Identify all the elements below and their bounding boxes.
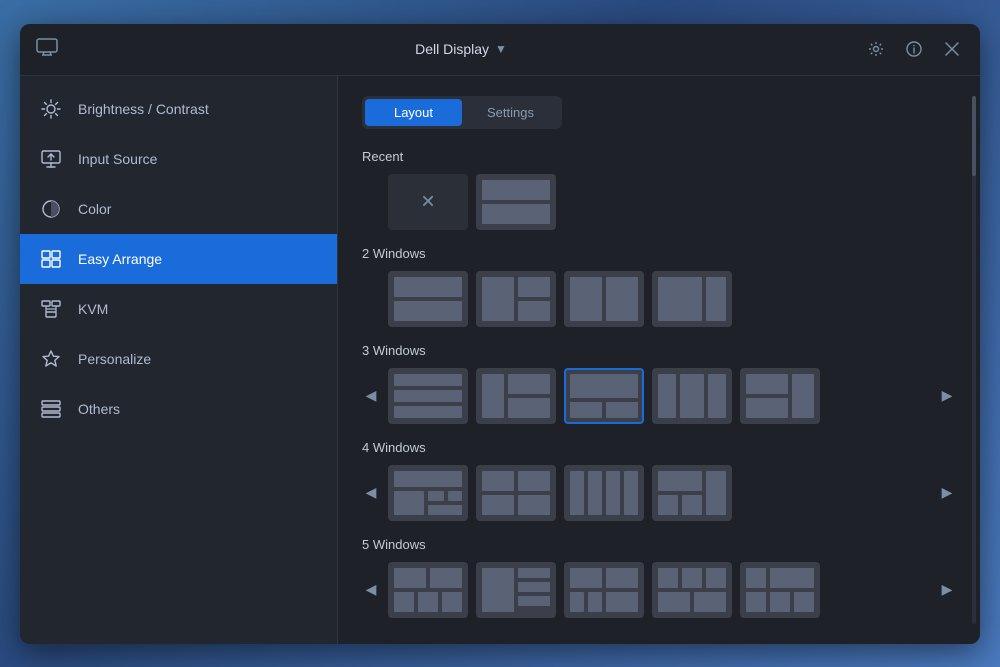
color-icon [40,198,62,220]
sidebar-item-others[interactable]: Others [20,384,337,434]
easy-arrange-icon [40,248,62,270]
tab-bar: Layout Settings [362,96,562,129]
4windows-layouts-row: ◀ [362,465,956,521]
info-button[interactable] [902,37,926,61]
section-5windows-label: 5 Windows [362,537,956,552]
4win-layout-2[interactable] [476,465,556,521]
3win-layout-4[interactable] [652,368,732,424]
sidebar-item-brightness-contrast[interactable]: Brightness / Contrast [20,84,337,134]
section-3windows: 3 Windows ◀ [362,343,956,424]
section-2windows: 2 Windows ◀ [362,246,956,327]
3win-layout-3[interactable] [564,368,644,424]
3windows-layouts-grid [388,368,930,424]
settings-button[interactable] [864,37,888,61]
title-dropdown-arrow[interactable]: ▼ [495,42,507,56]
sidebar-item-easy-arrange[interactable]: Easy Arrange [20,234,337,284]
4win-layout-4[interactable] [652,465,732,521]
section-recent-label: Recent [362,149,956,164]
4windows-nav-right[interactable]: ▶ [938,465,956,521]
kvm-icon [40,298,62,320]
easy-arrange-label: Easy Arrange [78,251,162,267]
x-mark: ✕ [420,191,435,212]
2win-layout-2[interactable] [476,271,556,327]
section-4windows-label: 4 Windows [362,440,956,455]
5win-layout-4[interactable] [652,562,732,618]
others-label: Others [78,401,120,417]
title-bar-left [36,38,58,61]
input-source-label: Input Source [78,151,157,167]
personalize-label: Personalize [78,351,151,367]
2windows-layouts-grid [388,271,930,327]
5win-layout-1[interactable] [388,562,468,618]
3windows-layouts-row: ◀ [362,368,956,424]
5windows-layouts-row: ◀ [362,562,956,618]
close-button[interactable] [940,37,964,61]
sidebar-item-input-source[interactable]: Input Source [20,134,337,184]
title-bar-center: Dell Display ▼ [58,41,864,57]
section-3windows-label: 3 Windows [362,343,956,358]
brightness-icon [40,98,62,120]
4win-layout-1[interactable] [388,465,468,521]
sidebar-item-personalize[interactable]: Personalize [20,334,337,384]
monitor-icon [36,38,58,61]
3win-layout-1[interactable] [388,368,468,424]
main-content: Brightness / Contrast Input Source [20,76,980,644]
tab-layout[interactable]: Layout [365,99,462,126]
5windows-nav-right[interactable]: ▶ [938,562,956,618]
window-title: Dell Display [415,41,489,57]
sidebar: Brightness / Contrast Input Source [20,76,338,644]
3win-layout-5[interactable] [740,368,820,424]
section-recent: Recent ◀ ✕ [362,149,956,230]
3windows-nav-right[interactable]: ▶ [938,368,956,424]
section-2windows-label: 2 Windows [362,246,956,261]
5windows-layouts-grid [388,562,930,618]
kvm-label: KVM [78,301,108,317]
content-area: Layout Settings Recent ◀ ✕ [338,76,980,644]
3windows-nav-left[interactable]: ◀ [362,368,380,424]
input-source-icon [40,148,62,170]
sidebar-item-kvm[interactable]: KVM [20,284,337,334]
5win-layout-5[interactable] [740,562,820,618]
5win-layout-3[interactable] [564,562,644,618]
recent-layout-2[interactable] [476,174,556,230]
personalize-icon [40,348,62,370]
4windows-nav-left[interactable]: ◀ [362,465,380,521]
2win-layout-1[interactable] [388,271,468,327]
sidebar-item-color[interactable]: Color [20,184,337,234]
brightness-contrast-label: Brightness / Contrast [78,101,209,117]
recent-layout-1[interactable]: ✕ [388,174,468,230]
section-4windows: 4 Windows ◀ [362,440,956,521]
3win-layout-2[interactable] [476,368,556,424]
5win-layout-2[interactable] [476,562,556,618]
title-bar-right [864,37,964,61]
4win-layout-3[interactable] [564,465,644,521]
title-bar: Dell Display ▼ [20,24,980,76]
recent-layouts-grid: ✕ [388,174,930,230]
4windows-layouts-grid [388,465,930,521]
5windows-nav-left[interactable]: ◀ [362,562,380,618]
others-icon [40,398,62,420]
2win-layout-3[interactable] [564,271,644,327]
scrollbar-track[interactable] [972,96,976,624]
section-5windows: 5 Windows ◀ [362,537,956,618]
tab-settings[interactable]: Settings [462,99,559,126]
scrollbar-thumb [972,96,976,176]
app-window: Dell Display ▼ [20,24,980,644]
color-label: Color [78,201,111,217]
2windows-layouts-row: ◀ [362,271,956,327]
2win-layout-4[interactable] [652,271,732,327]
recent-layouts-row: ◀ ✕ ▶ [362,174,956,230]
